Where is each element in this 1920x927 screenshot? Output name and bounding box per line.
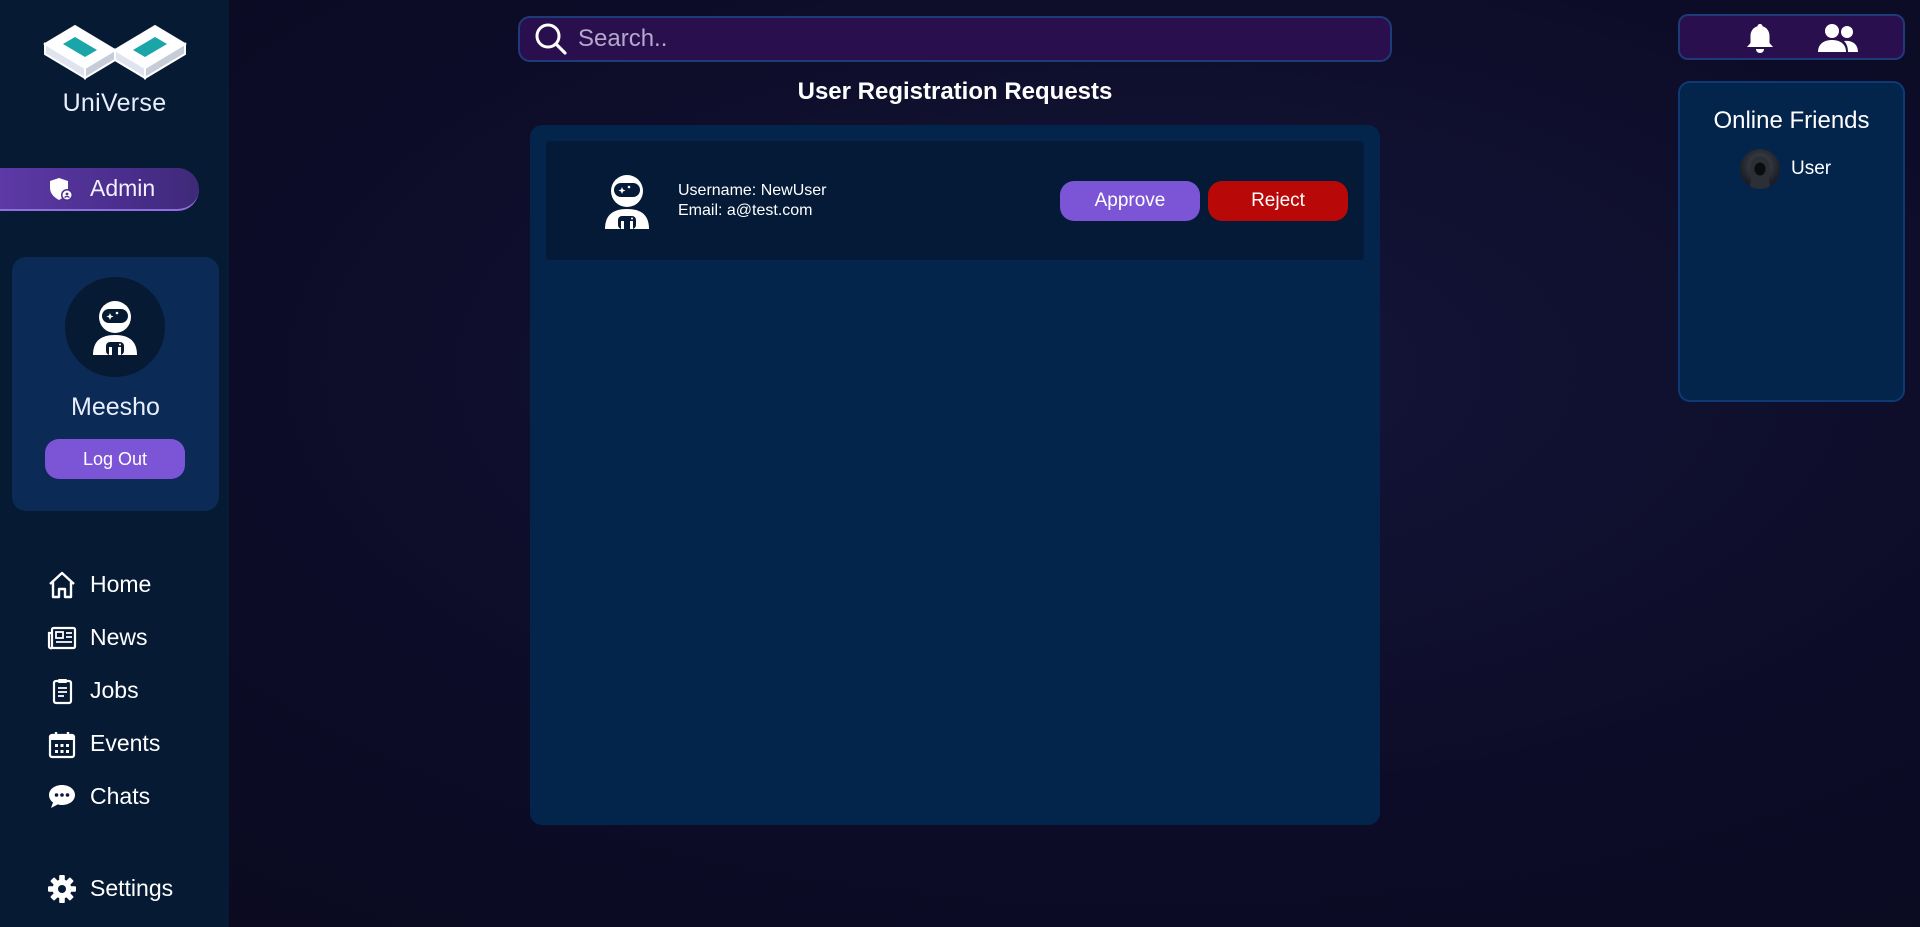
home-icon [47,570,77,600]
avatar [65,277,165,377]
sidebar-item-label: Home [90,571,152,597]
sidebar-nav: Home News Jobs Events Chats [0,558,229,823]
hooded-figure-icon [1748,156,1772,189]
sidebar-item-jobs[interactable]: Jobs [0,664,229,717]
astronaut-avatar-icon [93,301,137,355]
settings-label: Settings [90,875,174,901]
requests-panel: Username: NewUser Email: a@test.com Appr… [530,125,1380,825]
astronaut-avatar-icon [605,175,649,229]
search-icon [535,23,567,55]
friend-name: User [1791,158,1832,179]
admin-role-pill[interactable]: Admin [0,168,199,211]
sidebar-item-settings[interactable]: Settings [0,862,229,915]
sidebar-item-chats[interactable]: Chats [0,770,229,823]
app-name: UniVerse [62,89,167,117]
profile-name: Meesho [71,393,160,421]
top-actions-bar [1678,14,1905,60]
reject-button[interactable]: Reject [1208,181,1348,221]
sidebar-item-label: Chats [90,783,151,809]
online-friends-panel: Online Friends User [1678,81,1905,402]
search-bar[interactable] [518,16,1392,62]
role-label: Admin [90,175,156,201]
clipboard-icon [47,676,77,706]
sidebar: UniVerse Admin Meesho Log Out Home News … [0,0,229,927]
request-username: Username: NewUser [678,182,827,199]
request-row: Username: NewUser Email: a@test.com Appr… [546,141,1364,260]
sidebar-item-label: News [90,624,148,650]
profile-card: Meesho Log Out [12,257,219,511]
sidebar-item-events[interactable]: Events [0,717,229,770]
avatar [584,158,670,244]
users-icon [1818,24,1858,52]
sidebar-item-label: Events [90,730,161,756]
sidebar-item-news[interactable]: News [0,611,229,664]
request-info: Username: NewUser Email: a@test.com [678,181,826,221]
newspaper-icon [47,623,77,653]
approve-button[interactable]: Approve [1060,181,1200,221]
friend-item[interactable]: User [1740,149,1831,189]
calendar-icon [47,729,77,759]
sidebar-item-label: Jobs [90,677,139,703]
universe-logo-icon[interactable] [41,20,189,90]
gear-icon [47,874,77,904]
settings-row[interactable]: Settings [0,862,229,915]
online-friends-title: Online Friends [1713,107,1870,134]
search-input[interactable] [578,25,1358,53]
notifications-button[interactable] [1738,18,1782,58]
request-email: Email: a@test.com [678,202,813,219]
sidebar-item-home[interactable]: Home [0,558,229,611]
friend-avatar [1740,149,1780,189]
chat-icon [47,782,77,812]
logout-button[interactable]: Log Out [45,439,185,479]
shield-user-icon [50,177,73,201]
page-title: User Registration Requests [797,78,1113,105]
friends-button[interactable] [1812,18,1864,58]
bell-icon [1747,24,1773,53]
